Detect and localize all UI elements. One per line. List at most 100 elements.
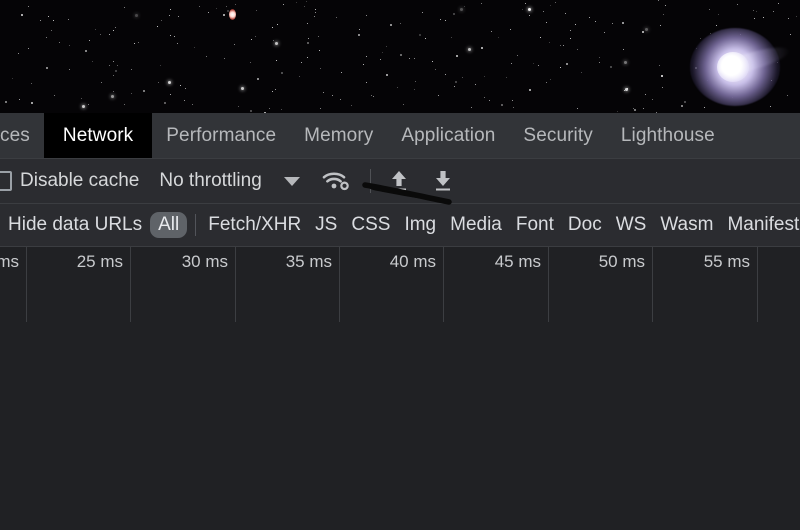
star [307, 42, 310, 45]
hide-data-urls-toggle[interactable]: Hide data URLs [8, 214, 142, 236]
tab-security[interactable]: Security [509, 113, 606, 158]
page-screenshot-starfield [0, 0, 800, 113]
star [223, 14, 226, 17]
throttling-select-value[interactable]: No throttling [159, 170, 261, 192]
star [399, 53, 402, 56]
star [438, 94, 440, 96]
star [559, 45, 561, 47]
star [555, 2, 557, 4]
star [133, 42, 135, 44]
filter-type-font[interactable]: Font [516, 214, 554, 236]
filter-type-doc[interactable]: Doc [568, 214, 602, 236]
star [110, 95, 114, 99]
star [164, 101, 167, 104]
star [545, 81, 547, 83]
import-har-button[interactable] [385, 167, 413, 195]
disable-cache-checkbox[interactable] [0, 171, 12, 191]
star [331, 95, 333, 97]
star [512, 100, 513, 102]
star [599, 57, 601, 58]
star [566, 63, 569, 65]
star [340, 71, 342, 73]
tab-label: Lighthouse [620, 124, 715, 146]
star [488, 99, 490, 101]
filter-type-ws[interactable]: WS [616, 214, 647, 236]
star [205, 55, 207, 57]
star [177, 42, 179, 44]
star [85, 49, 88, 52]
star [431, 61, 433, 63]
star [549, 42, 551, 43]
star [319, 108, 321, 110]
tab-application[interactable]: Application [387, 113, 509, 158]
star [366, 14, 368, 16]
star [589, 17, 591, 19]
star [543, 11, 545, 12]
star [565, 12, 567, 14]
filter-type-css[interactable]: CSS [351, 214, 390, 236]
red-star [229, 9, 236, 20]
star [662, 86, 663, 88]
filter-type-fetch-xhr[interactable]: Fetch/XHR [208, 214, 301, 236]
star [660, 75, 663, 78]
network-request-list[interactable] [0, 322, 800, 417]
filter-type-media[interactable]: Media [450, 214, 502, 236]
star [381, 52, 383, 54]
timeline-tick-label: 50 ms [598, 252, 645, 271]
star [470, 107, 472, 109]
star [645, 27, 648, 31]
tab-memory[interactable]: Memory [290, 113, 387, 158]
tab-performance[interactable]: Performance [152, 113, 290, 158]
disable-cache-label[interactable]: Disable cache [20, 170, 139, 192]
export-har-button[interactable] [429, 167, 457, 195]
star [173, 35, 175, 37]
star [577, 108, 578, 110]
chevron-down-icon[interactable] [283, 176, 300, 186]
star [484, 76, 486, 78]
star [390, 24, 393, 27]
star [142, 89, 145, 92]
star [540, 36, 542, 38]
filter-type-manifest[interactable]: Manifest [727, 214, 799, 236]
tab-network[interactable]: Network [43, 113, 153, 158]
filter-type-js[interactable]: JS [315, 214, 337, 236]
filter-type-wasm[interactable]: Wasm [660, 214, 713, 236]
star [112, 74, 114, 76]
star [215, 8, 217, 10]
tab-sources-partial[interactable]: ces [0, 113, 44, 158]
tab-label: Application [401, 124, 496, 146]
star [27, 6, 29, 8]
star [89, 40, 91, 42]
star [575, 24, 577, 26]
wifi-settings-icon[interactable] [322, 169, 352, 193]
star [403, 104, 405, 106]
timeline-tick-label: 25 ms [76, 252, 123, 271]
star [283, 3, 284, 5]
filter-type-all[interactable]: All [150, 212, 188, 238]
star [40, 19, 41, 21]
star [101, 82, 103, 84]
filter-type-img[interactable]: Img [404, 214, 436, 236]
star [178, 15, 179, 17]
star [643, 107, 645, 109]
star [491, 31, 493, 33]
star [545, 22, 547, 24]
star [351, 104, 353, 106]
star [451, 36, 452, 38]
star [45, 37, 47, 38]
star [770, 106, 772, 108]
network-filter-bar: Hide data URLs All Fetch/XHR JS CSS Img Media F… [0, 204, 800, 247]
star [50, 30, 52, 31]
star [198, 5, 200, 7]
tab-lighthouse[interactable]: Lighthouse [607, 113, 729, 158]
star [576, 48, 578, 50]
star [160, 20, 162, 21]
star [235, 4, 237, 6]
star [532, 62, 534, 64]
star [424, 37, 426, 39]
star [409, 58, 410, 60]
star [46, 66, 49, 69]
star [167, 81, 171, 85]
star [256, 78, 259, 80]
star [413, 58, 415, 60]
